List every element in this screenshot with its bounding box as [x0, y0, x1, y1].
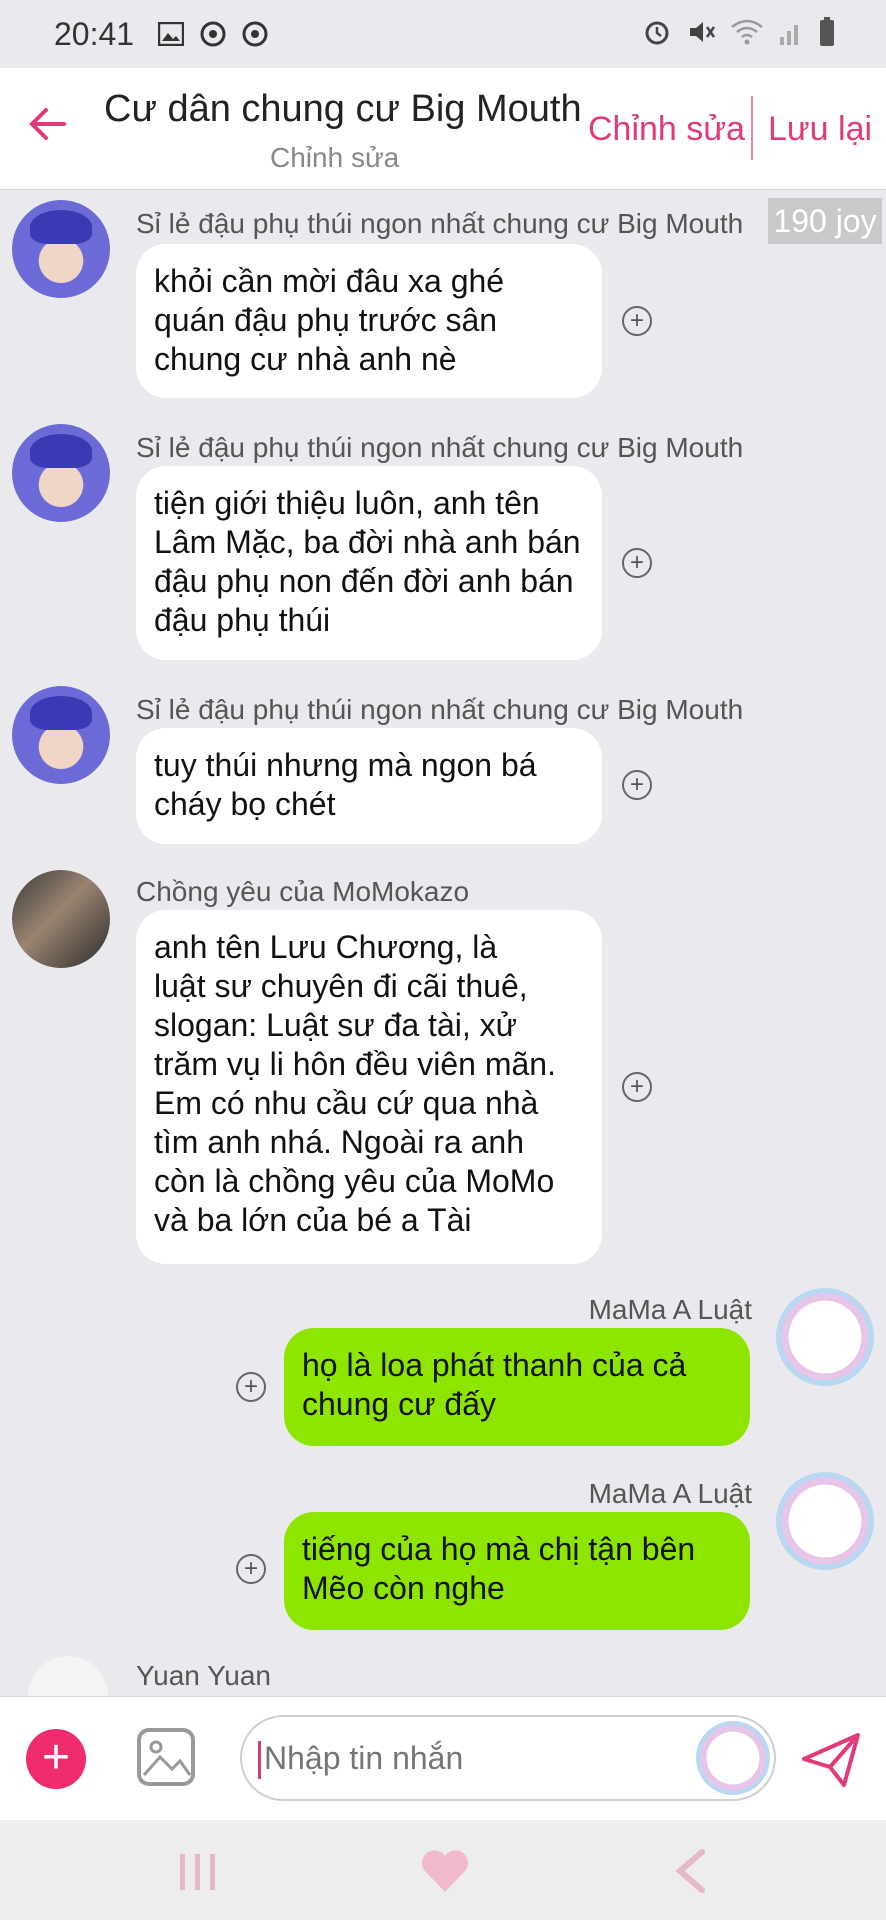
recent-apps-icon[interactable]	[176, 1852, 220, 1892]
status-time: 20:41	[54, 15, 135, 52]
react-plus-icon[interactable]: +	[236, 1554, 266, 1584]
back-arrow-icon[interactable]	[26, 102, 70, 146]
chat-header: Cư dân chung cư Big Mouth Chỉnh sửa Chỉn…	[0, 68, 886, 190]
avatar[interactable]	[12, 686, 110, 784]
react-plus-icon[interactable]: +	[622, 548, 652, 578]
message-composer: +	[0, 1696, 886, 1820]
sticker-avatar-icon[interactable]	[696, 1721, 770, 1795]
gallery-icon	[156, 19, 186, 49]
image-picker-icon[interactable]	[136, 1727, 196, 1787]
message-sender: Sỉ lẻ đậu phụ thúi ngon nhất chung cư Bi…	[136, 694, 744, 725]
react-plus-icon[interactable]: +	[622, 306, 652, 336]
chat-subtitle: Chỉnh sửa	[270, 142, 400, 173]
react-plus-icon[interactable]: +	[236, 1372, 266, 1402]
react-plus-icon[interactable]: +	[622, 770, 652, 800]
message-sender: MaMa A Luật	[588, 1478, 752, 1509]
message-bubble[interactable]: khỏi cần mời đâu xa ghé quán đậu phụ trư…	[136, 244, 602, 398]
message-bubble[interactable]: tiện giới thiệu luôn, anh tên Lâm Mặc, b…	[136, 466, 602, 660]
back-chevron-icon[interactable]	[672, 1848, 708, 1894]
send-icon[interactable]	[800, 1729, 862, 1791]
react-plus-icon[interactable]: +	[622, 1072, 652, 1102]
status-bar: 20:41	[0, 0, 886, 68]
alarm-icon	[645, 21, 669, 45]
signal-icon	[780, 25, 798, 45]
message-bubble[interactable]: tiếng của họ mà chị tận bên Mẽo còn nghe	[284, 1512, 750, 1630]
home-heart-icon[interactable]	[420, 1848, 470, 1894]
avatar[interactable]	[12, 870, 110, 968]
header-divider	[751, 96, 753, 160]
wifi-icon	[731, 19, 763, 45]
avatar[interactable]	[776, 1288, 874, 1386]
avatar[interactable]	[12, 200, 110, 298]
joy-badge: 190 joy	[768, 198, 882, 244]
app-notification-icon	[198, 19, 228, 49]
mute-icon	[690, 22, 716, 42]
avatar[interactable]	[776, 1472, 874, 1570]
avatar[interactable]	[12, 424, 110, 522]
message-sender: MaMa A Luật	[588, 1294, 752, 1325]
message-sender: Sỉ lẻ đậu phụ thúi ngon nhất chung cư Bi…	[136, 208, 744, 239]
message-sender: Sỉ lẻ đậu phụ thúi ngon nhất chung cư Bi…	[136, 432, 744, 463]
status-right-icons	[642, 16, 836, 48]
message-sender: Chồng yêu của MoMokazo	[136, 876, 470, 907]
save-button[interactable]: Lưu lại	[768, 110, 872, 149]
chat-title: Cư dân chung cư Big Mouth	[104, 88, 582, 130]
system-nav-bar	[0, 1820, 886, 1920]
add-button[interactable]: +	[26, 1729, 86, 1789]
app-notification-icon-2	[240, 19, 270, 49]
message-sender: Yuan Yuan	[136, 1660, 271, 1691]
text-caret	[258, 1741, 261, 1779]
message-bubble[interactable]: tuy thúi nhưng mà ngon bá cháy bọ chét	[136, 728, 602, 844]
message-bubble[interactable]: anh tên Lưu Chương, là luật sư chuyên đi…	[136, 910, 602, 1264]
message-bubble[interactable]: họ là loa phát thanh của cả chung cư đấy	[284, 1328, 750, 1446]
battery-icon	[820, 17, 834, 46]
edit-button[interactable]: Chỉnh sửa	[588, 110, 745, 149]
